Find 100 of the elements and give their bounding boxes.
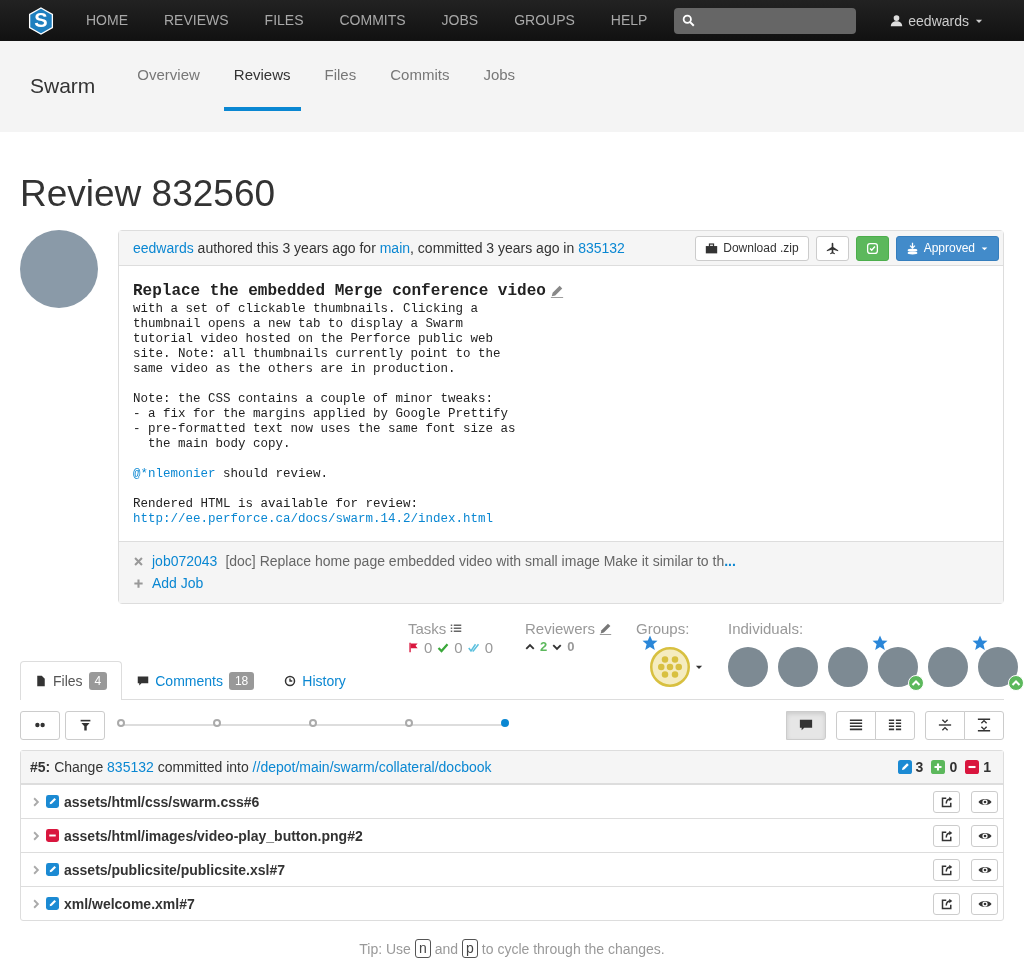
file-path[interactable]: assets/html/images/video-play_button.png#2 [64, 827, 922, 844]
file-path[interactable]: assets/html/css/swarm.css#6 [64, 793, 922, 810]
version-point[interactable] [405, 719, 413, 727]
download-button[interactable]: Download .zip [695, 235, 809, 261]
nav-link[interactable]: GROUPS [496, 0, 593, 41]
open-file-button[interactable] [933, 892, 960, 915]
view-file-button[interactable] [971, 790, 998, 813]
nav-link[interactable]: REVIEWS [146, 0, 247, 41]
up-vote-count: 2 [539, 639, 548, 654]
columns-icon [888, 718, 902, 732]
user-icon [890, 14, 904, 27]
link[interactable]: 835132 [578, 240, 625, 256]
job-link[interactable]: job072043 [152, 550, 218, 572]
version-point[interactable] [213, 719, 221, 727]
dots-button[interactable] [20, 710, 60, 740]
link[interactable]: //depot/main/swarm/collateral/docbook [252, 759, 492, 775]
file-path[interactable]: xml/welcome.xml#7 [64, 895, 922, 912]
nav-link[interactable]: COMMITS [321, 0, 424, 41]
deleted-icon [965, 760, 980, 774]
nav-link[interactable]: HOME [68, 0, 146, 41]
stack-icon [905, 241, 919, 255]
link[interactable]: 835132 [107, 759, 154, 775]
avatar-placeholder[interactable] [878, 647, 918, 687]
addressed-count: 0 [454, 639, 463, 656]
link[interactable]: http://ee.perforce.ca/docs/swarm.14.2/index.html [133, 512, 494, 526]
view-file-button[interactable] [971, 824, 998, 847]
add-job-link[interactable]: Add Job [152, 572, 204, 594]
view-toggle[interactable] [875, 710, 915, 740]
key-hint: n [414, 939, 431, 958]
view-toggle[interactable] [925, 710, 965, 740]
open-file-button[interactable] [933, 824, 960, 847]
filter-button[interactable] [65, 710, 105, 740]
chevron-icon[interactable] [31, 830, 41, 841]
view-file-button[interactable] [971, 892, 998, 915]
search-field[interactable] [674, 7, 857, 34]
link[interactable]: @*nlemonier [133, 467, 216, 481]
link[interactable]: main [379, 240, 411, 256]
state-button[interactable]: Approved [895, 235, 999, 261]
change-count: 1 [983, 759, 991, 775]
collapse-icon [938, 718, 952, 732]
avatar-placeholder[interactable] [728, 647, 768, 687]
up-vote-icon [524, 641, 535, 652]
tab[interactable]: Files 4 [20, 661, 123, 700]
version-point[interactable] [309, 719, 317, 727]
view-toggle[interactable] [836, 710, 876, 740]
open-file-button[interactable] [933, 858, 960, 881]
version-point[interactable] [501, 719, 509, 727]
section-tab[interactable]: Files [314, 41, 367, 111]
reviewers-label: Reviewers [524, 620, 595, 637]
byline-text: eedwards authored this 3 years ago for main, committed 3 years ago in 835132 [133, 240, 626, 256]
description-text: with a set of clickable thumbnails. Clicking a thumbnail opens a new tab to display a Swarm tutorial video hosted on the Perforce public web site. Note: all thumbnails currently point to the same video as the others are in production. Note: the CSS contains a couple of minor tweaks: - a fix for the margins applied by Google Prettify - pre-formatted text now uses the same font size as the main body copy. @*nlemonier should review. Rendered HTML is available for review: http://ee.perforce.ca/docs/swarm.14.2/index.html [133, 302, 517, 527]
tip-text: to cycle through the changes. [481, 940, 665, 957]
avatar-placeholder[interactable] [828, 647, 868, 687]
version-point[interactable] [117, 719, 125, 727]
plane-button[interactable] [815, 235, 849, 261]
view-file-button[interactable] [971, 858, 998, 881]
logo[interactable]: S [28, 5, 54, 36]
avatar-placeholder[interactable] [928, 647, 968, 687]
chevron-icon[interactable] [31, 864, 41, 875]
section-tab[interactable]: Commits [380, 41, 460, 111]
check-icon [437, 641, 450, 654]
check-button[interactable] [855, 235, 889, 261]
flag-icon [407, 642, 419, 653]
nav-link[interactable]: FILES [246, 0, 322, 41]
change-count: 3 [915, 759, 924, 775]
count-badge: 4 [88, 672, 108, 690]
open-file-button[interactable] [933, 790, 960, 813]
nav-link[interactable]: JOBS [423, 0, 497, 41]
list-icon [450, 622, 463, 635]
pencil-icon[interactable] [599, 622, 612, 635]
expand-icon [977, 718, 991, 732]
down-vote-count: 0 [567, 639, 575, 654]
speech-bubble-icon [137, 674, 150, 687]
added-icon [931, 760, 946, 774]
pencil-icon[interactable] [549, 284, 564, 298]
tab[interactable]: History [269, 661, 361, 699]
avatar-placeholder[interactable] [778, 647, 818, 687]
nav-link[interactable]: HELP [592, 0, 666, 41]
tasks-label: Tasks [407, 620, 447, 637]
chevron-icon[interactable] [31, 898, 41, 909]
tip-text: Tip: Use [359, 940, 411, 957]
chevron-icon[interactable] [31, 796, 41, 807]
view-toggle[interactable] [786, 710, 826, 740]
double-check-icon [467, 641, 480, 654]
avatar-placeholder[interactable] [978, 647, 1018, 687]
share-icon [940, 897, 953, 910]
file-path[interactable]: assets/publicsite/publicsite.xsl#7 [64, 861, 922, 878]
share-icon [940, 863, 953, 876]
section-tab[interactable]: Reviews [223, 41, 301, 111]
view-toggle[interactable] [964, 710, 1004, 740]
section-tab[interactable]: Jobs [473, 41, 526, 111]
tab[interactable]: Comments 18 [122, 661, 270, 699]
change-count: 0 [949, 759, 958, 775]
speech-bubble-icon [799, 718, 813, 732]
section-tab[interactable]: Overview [127, 41, 210, 111]
user-menu[interactable]: eedwards [884, 11, 990, 30]
remove-icon[interactable] [133, 555, 144, 567]
link[interactable]: eedwards [133, 240, 194, 256]
more-link[interactable]: ... [724, 553, 736, 569]
file-icon [35, 675, 47, 687]
